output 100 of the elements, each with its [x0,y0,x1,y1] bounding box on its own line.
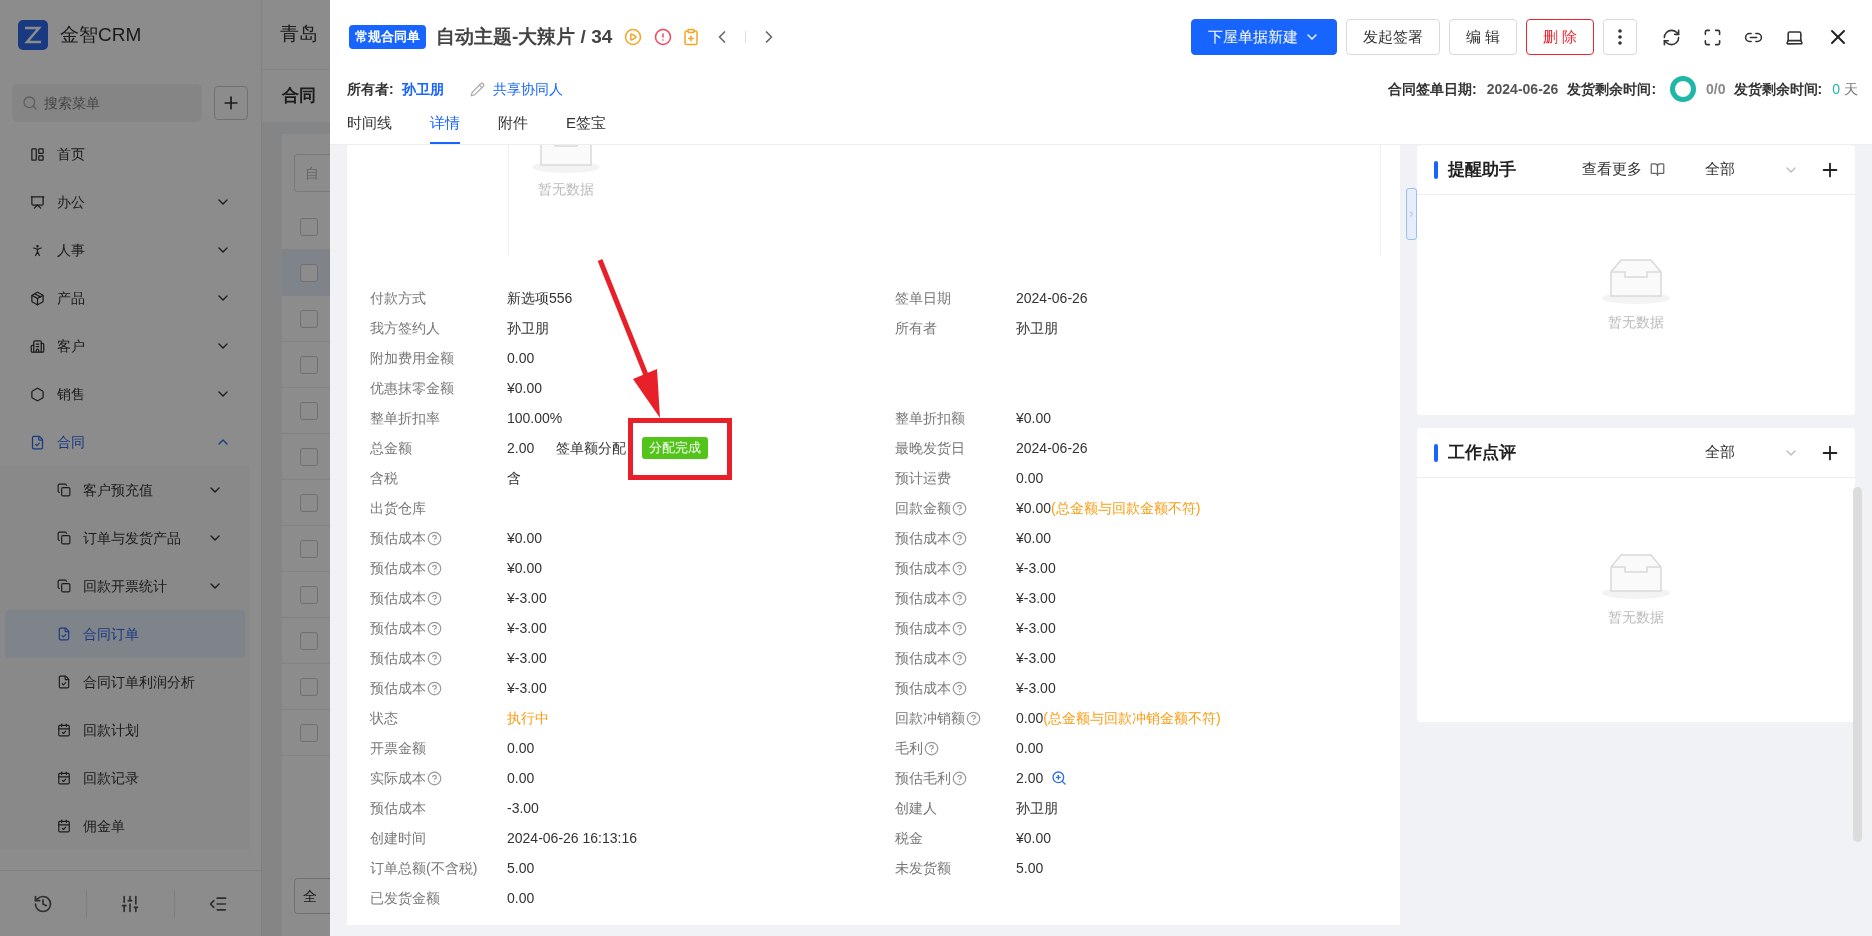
help-icon[interactable] [966,710,981,726]
field-value: ¥-3.00 [1016,558,1056,578]
field-value: 5.00 [1016,858,1044,878]
menu-item[interactable]: 销售 [0,370,261,418]
menu-item[interactable]: 产品 [0,274,261,322]
checkbox[interactable] [300,309,318,328]
field-value: ¥0.00 [1016,828,1052,848]
submenu-item[interactable]: 回款开票统计 [5,562,245,610]
panel-title: 提醒助手 [1448,158,1516,181]
checkbox[interactable] [300,263,318,282]
help-icon[interactable] [952,620,967,636]
help-icon[interactable] [924,740,939,756]
help-icon[interactable] [427,650,442,666]
chevron-right-icon [1407,209,1416,219]
action-button[interactable]: 删 除 [1525,19,1594,55]
field-label: 整单折扣率 [370,408,440,428]
copy-icon [57,483,71,497]
field-label: 签单日期 [895,288,951,308]
zoom-in-icon[interactable] [1051,770,1068,786]
field-label: 预估成本 [895,618,951,638]
field-label: 我方签约人 [370,318,440,338]
field-value: ¥-3.00 [1016,618,1056,638]
help-icon[interactable] [952,560,967,576]
help-icon[interactable] [952,500,967,516]
panel-title: 工作点评 [1448,441,1516,464]
submenu-item[interactable]: 回款计划 [5,706,245,754]
clipboard-icon[interactable] [682,28,701,46]
field-value: 0.00 [507,738,535,758]
help-icon[interactable] [427,620,442,636]
checkbox[interactable] [300,677,318,696]
sliders-icon[interactable] [120,893,141,914]
submenu-item[interactable]: 合同订单 [5,610,245,658]
add-button[interactable] [214,86,248,120]
help-icon[interactable] [427,530,442,546]
menu-item[interactable]: 首页 [0,130,261,178]
checkbox[interactable] [300,447,318,466]
submenu-item[interactable]: 回款记录 [5,754,245,802]
share-link[interactable]: 共享协同人 [492,78,563,100]
play-circle-icon[interactable] [624,28,643,46]
field-label: 状态 [370,708,398,728]
field-label: 附加费用金额 [370,348,454,368]
board-icon [30,194,45,210]
help-icon[interactable] [427,560,442,576]
help-icon[interactable] [952,650,967,666]
help-icon[interactable] [952,590,967,606]
collapse-handle[interactable] [1406,188,1417,240]
empty-text: 暂无数据 [538,180,594,199]
book-icon [1650,162,1665,177]
alert-icon[interactable] [654,28,673,46]
submenu-item[interactable]: 合同订单利润分析 [5,658,245,706]
field-value: 孙卫朋 [507,318,549,338]
field-label: 预估成本 [370,678,426,698]
page-title: 合同 [282,85,316,108]
checkbox[interactable] [300,355,318,374]
checkbox[interactable] [300,539,318,558]
menu-item[interactable]: 办公 [0,178,261,226]
fullscreen-icon[interactable] [1703,27,1722,47]
checkbox[interactable] [300,631,318,650]
checkbox[interactable] [300,723,318,742]
tab[interactable]: 时间线 [347,104,392,144]
document-icon [57,627,71,641]
field-value: ¥0.00 [1016,498,1052,518]
menu-item[interactable]: 人事 [0,226,261,274]
filter-select[interactable]: 全部 [1705,441,1799,464]
field-label: 回款冲销额 [895,708,965,728]
scrollbar[interactable] [1853,487,1862,842]
field-label: 含税 [370,468,398,488]
submenu-item[interactable]: 订单与发货产品 [5,514,245,562]
help-icon[interactable] [427,680,442,696]
checkbox[interactable] [300,217,318,236]
submenu-item[interactable]: 客户预充值 [5,466,245,514]
submenu-item[interactable]: 佣金单 [5,802,245,850]
menu-item[interactable]: 客户 [0,322,261,370]
tab[interactable]: E签宝 [566,104,606,144]
record-title: 自动主题-大辣片 / 34 [436,24,613,49]
mismatch-note: (总金额与回款金额不符) [1051,498,1201,518]
history-icon[interactable] [33,893,54,914]
action-button[interactable]: 发起签署 [1345,19,1440,55]
field-value: ¥-3.00 [1016,648,1056,668]
help-icon[interactable] [952,770,967,786]
field-label: 税金 [895,828,923,848]
checkbox[interactable] [300,493,318,512]
owner-link[interactable]: 孙卫朋 [401,78,444,100]
help-icon[interactable] [952,530,967,546]
view-more-link[interactable]: 查看更多 [1582,158,1642,181]
field-label: 预估成本 [895,678,951,698]
filter-select[interactable]: 全部 [1705,158,1799,181]
search-field[interactable]: 搜索菜单 [12,84,202,122]
more-button[interactable] [1603,19,1637,55]
menu-item[interactable]: 合同 [0,418,261,466]
help-icon[interactable] [427,770,442,786]
checkbox[interactable] [300,401,318,420]
tab[interactable]: 附件 [498,104,528,144]
checkbox[interactable] [300,585,318,604]
help-icon[interactable] [952,680,967,696]
refresh-icon[interactable] [1662,27,1681,47]
calendar-icon [57,819,71,833]
help-icon[interactable] [427,590,442,606]
action-button[interactable]: 编 辑 [1448,19,1517,55]
action-button[interactable]: 下屋单据新建 [1190,19,1337,55]
